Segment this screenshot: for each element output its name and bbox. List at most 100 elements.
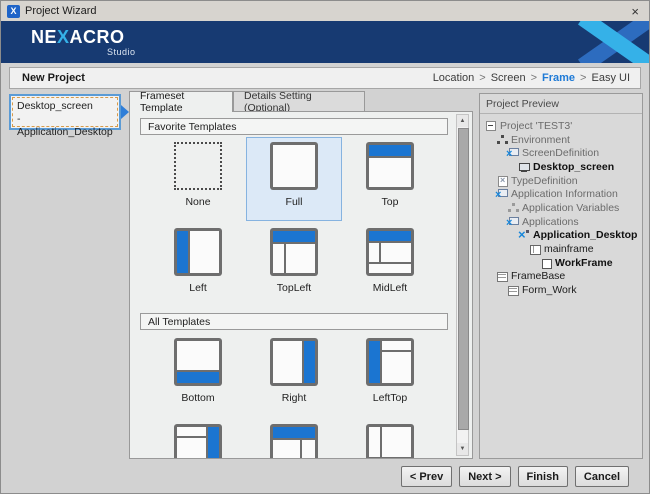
template-pane <box>369 231 411 241</box>
tree-item-screendefinition[interactable]: ScreenDefinition <box>480 146 642 160</box>
screen-item-line2: - Application_Desktop <box>17 113 113 139</box>
tree-item-application-information[interactable]: Application Information <box>480 187 642 201</box>
breadcrumb-separator: > <box>580 72 586 84</box>
breadcrumb-location[interactable]: Location <box>433 72 475 84</box>
template-row: None Full Top <box>150 137 438 223</box>
cluster-icon <box>507 202 519 214</box>
tree-item-mainframe[interactable]: mainframe <box>480 242 642 256</box>
tree-item-typedefinition[interactable]: TypeDefinition <box>480 174 642 188</box>
next-button[interactable]: Next > <box>459 466 510 487</box>
title-bar: X Project Wizard × <box>1 1 649 21</box>
template-thumb-left <box>174 228 222 276</box>
template-row: Left TopLeft MidLeft <box>150 223 438 309</box>
template-option-bottom[interactable]: Bottom <box>150 333 246 417</box>
template-option-right[interactable]: Right <box>246 333 342 417</box>
template-option-topright[interactable] <box>246 419 342 459</box>
template-label: Left <box>189 282 207 294</box>
template-pane <box>177 427 206 436</box>
tree-item-application-desktop[interactable]: Application_Desktop <box>480 229 642 243</box>
template-label: None <box>185 196 210 208</box>
breadcrumb-easy-ui[interactable]: Easy UI <box>591 72 630 84</box>
template-option-full[interactable]: Full <box>246 137 342 221</box>
finish-button[interactable]: Finish <box>518 466 568 487</box>
close-icon[interactable]: × <box>627 5 643 18</box>
template-thumb-none <box>174 142 222 190</box>
template-pane <box>304 341 315 383</box>
collapse-box-icon[interactable] <box>485 120 497 132</box>
template-option-lefttop[interactable]: LeftTop <box>342 333 438 417</box>
breadcrumb: Location > Screen > Frame > Easy UI <box>433 72 630 84</box>
tree-item-environment[interactable]: Environment <box>480 133 642 147</box>
scrollbar-thumb[interactable] <box>458 128 469 430</box>
tree-item-label: Applications <box>522 216 579 228</box>
template-pane <box>369 427 380 457</box>
scroll-down-icon[interactable]: ▼ <box>457 443 468 455</box>
x-brand-icon <box>571 21 649 63</box>
template-thumb-right <box>270 338 318 386</box>
scroll-up-icon[interactable]: ▲ <box>457 115 468 127</box>
template-pane <box>273 440 300 459</box>
tree-item-application-variables[interactable]: Application Variables <box>480 201 642 215</box>
screen-item-line1: Desktop_screen <box>17 100 113 113</box>
template-thumb-lefttop <box>366 338 414 386</box>
tab-details-setting[interactable]: Details Setting (Optional) <box>233 91 365 112</box>
template-pane <box>273 341 302 383</box>
template-option-left[interactable]: Left <box>150 223 246 307</box>
template-pane <box>382 427 411 457</box>
breadcrumb-frame[interactable]: Frame <box>542 72 575 84</box>
template-pane <box>369 341 380 383</box>
tree-item-label: WorkFrame <box>555 257 613 269</box>
template-thumb-righttop <box>174 424 222 459</box>
template-option-midleft[interactable]: MidLeft <box>342 223 438 307</box>
tree-item-label: mainframe <box>544 243 594 255</box>
template-option-none[interactable]: None <box>150 137 246 221</box>
prev-button[interactable]: < Prev <box>401 466 452 487</box>
wizard-footer: < Prev Next > Finish Cancel <box>401 466 629 487</box>
monitor-icon <box>518 161 530 173</box>
template-pane <box>273 244 284 273</box>
tree-item-label: Application Variables <box>522 202 619 214</box>
template-scrollbar[interactable]: ▲ ▼ <box>456 114 469 456</box>
template-thumb-bottom <box>174 338 222 386</box>
breadcrumb-screen[interactable]: Screen <box>491 72 526 84</box>
template-pane <box>177 341 219 370</box>
tree-item-framebase[interactable]: FrameBase <box>480 270 642 284</box>
tree-item-applications[interactable]: Applications <box>480 215 642 229</box>
project-tree: Project 'TEST3' Environment ScreenDefini… <box>480 114 642 297</box>
template-panel: Favorite Templates None Full Top <box>129 111 473 459</box>
project-wizard-dialog: X Project Wizard × NEXACRO Studio New Pr… <box>0 0 650 494</box>
template-option-righttop[interactable] <box>150 419 246 459</box>
page-header-bar: New Project Location > Screen > Frame > … <box>9 67 641 89</box>
page-x-icon <box>496 175 508 187</box>
template-option-top[interactable]: Top <box>342 137 438 221</box>
app-logo-icon: X <box>7 5 20 18</box>
cancel-button[interactable]: Cancel <box>575 466 629 487</box>
template-label: Right <box>282 392 307 404</box>
template-thumb-top <box>366 142 414 190</box>
template-option-bottomleft[interactable] <box>342 419 438 459</box>
tab-frameset-template[interactable]: Frameset Template <box>129 91 233 112</box>
tree-item-form-work[interactable]: Form_Work <box>480 283 642 297</box>
tree-item-label: Desktop_screen <box>533 161 614 173</box>
template-pane <box>302 440 315 459</box>
selection-arrow-icon <box>121 105 129 119</box>
monitor-x-icon <box>507 216 519 228</box>
tree-item-desktop-screen[interactable]: Desktop_screen <box>480 160 642 174</box>
tree-item-workframe[interactable]: WorkFrame <box>480 256 642 270</box>
brand-x: X <box>57 27 70 47</box>
template-pane <box>177 372 219 383</box>
group-header-favorites: Favorite Templates <box>140 118 448 135</box>
template-pane <box>273 427 315 438</box>
template-label: MidLeft <box>373 282 407 294</box>
nexacro-logo: NEXACRO <box>31 28 125 46</box>
tree-item-project[interactable]: Project 'TEST3' <box>480 119 642 133</box>
tree-item-label: Form_Work <box>522 284 577 296</box>
tree-item-label: Project 'TEST3' <box>500 120 572 132</box>
studio-label: Studio <box>107 47 136 57</box>
template-pane <box>369 158 411 187</box>
template-label: LeftTop <box>373 392 407 404</box>
brand-header: NEXACRO Studio <box>1 21 649 63</box>
template-option-topleft[interactable]: TopLeft <box>246 223 342 307</box>
screen-list-item-desktop[interactable]: Desktop_screen - Application_Desktop <box>9 94 121 130</box>
cluster-icon <box>496 134 508 146</box>
